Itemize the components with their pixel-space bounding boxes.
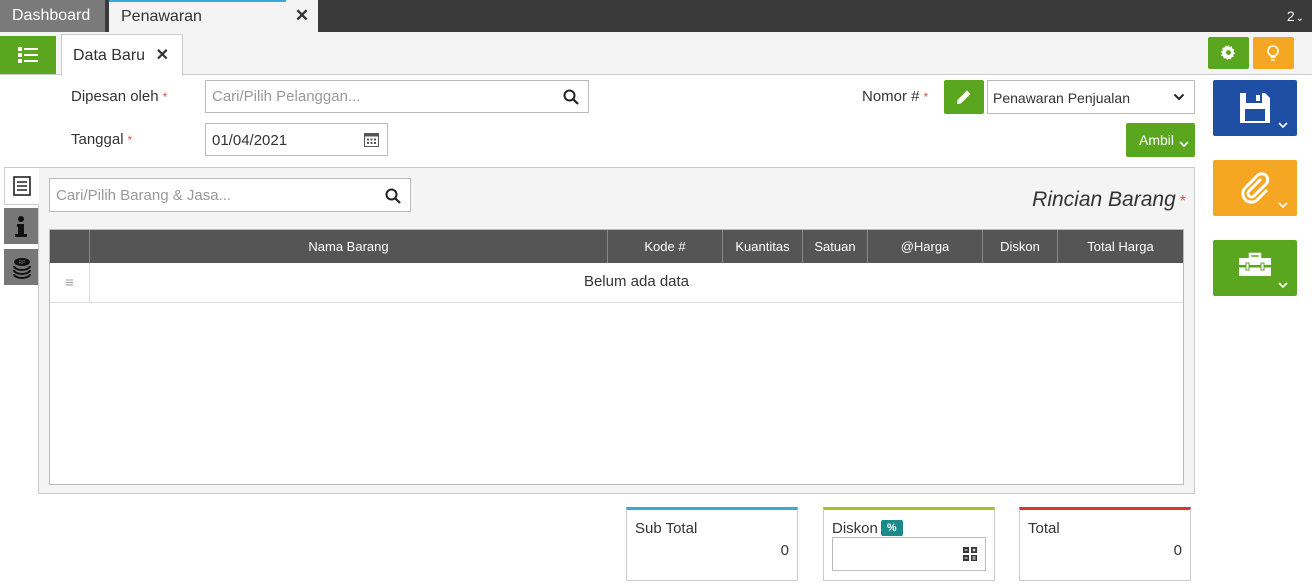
subtotal-value: 0 xyxy=(780,542,789,559)
document-tab-bar: Data Baru ✕ xyxy=(0,32,1312,76)
empty-table-message: Belum ada data xyxy=(583,273,690,290)
side-tab-payment[interactable]: RP xyxy=(4,249,38,285)
number-label-text: Nomor # xyxy=(862,88,920,105)
open-tabs-counter[interactable]: 2⌄ xyxy=(1287,0,1304,32)
coins-icon: RP xyxy=(13,258,31,279)
side-tab-info[interactable] xyxy=(4,208,38,244)
items-section-title-text: Rincian Barang xyxy=(1032,188,1176,211)
ordered-by-label: Dipesan oleh * xyxy=(71,88,167,105)
col-satuan[interactable]: Satuan xyxy=(803,230,868,263)
search-icon[interactable] xyxy=(385,188,401,204)
discount-box: Diskon% xyxy=(823,507,995,581)
side-tab-items[interactable] xyxy=(4,167,39,205)
discount-label: Diskon xyxy=(832,520,878,537)
required-mark: * xyxy=(127,133,133,147)
info-icon xyxy=(15,216,27,237)
lightbulb-icon xyxy=(1267,45,1279,61)
calculator-icon[interactable] xyxy=(963,547,977,561)
menu-list-button[interactable] xyxy=(0,36,56,74)
required-mark: * xyxy=(162,90,168,104)
col-kode[interactable]: Kode # xyxy=(608,230,723,263)
ambil-button[interactable]: Ambil xyxy=(1126,123,1195,157)
tab-dashboard[interactable]: Dashboard xyxy=(0,0,105,32)
date-label-text: Tanggal xyxy=(71,131,124,148)
items-table: Nama Barang Kode # Kuantitas Satuan @Har… xyxy=(49,229,1184,485)
save-button[interactable] xyxy=(1213,80,1297,136)
toolbox-icon xyxy=(1239,252,1271,276)
search-icon[interactable] xyxy=(563,89,579,105)
row-handle-icon[interactable]: ≡ xyxy=(50,263,90,303)
chevron-down-icon: ⌄ xyxy=(1295,13,1304,24)
calendar-icon[interactable] xyxy=(364,132,379,147)
date-field[interactable]: 01/04/2021 xyxy=(205,123,388,156)
pencil-icon xyxy=(957,90,971,104)
items-table-header: Nama Barang Kode # Kuantitas Satuan @Har… xyxy=(50,230,1183,263)
required-mark: * xyxy=(1179,193,1186,210)
number-type-value: Penawaran Penjualan xyxy=(993,90,1130,106)
item-search-field[interactable] xyxy=(49,178,411,212)
tools-button[interactable] xyxy=(1213,240,1297,296)
edit-number-button[interactable] xyxy=(944,80,984,114)
number-label: Nomor # * xyxy=(862,88,928,105)
items-section-title: Rincian Barang * xyxy=(1032,188,1186,212)
tab-count: 2 xyxy=(1286,8,1295,24)
col-total-harga[interactable]: Total Harga xyxy=(1058,230,1183,263)
item-search-input[interactable] xyxy=(50,179,410,211)
discount-input[interactable] xyxy=(832,537,986,571)
customer-search-field[interactable] xyxy=(205,80,589,113)
total-box: Total 0 xyxy=(1019,507,1191,581)
date-value[interactable]: 01/04/2021 xyxy=(212,132,287,149)
top-tab-bar: Dashboard Penawaran Penjualan ✕ 2⌄ xyxy=(0,0,1312,55)
col-nama-barang[interactable]: Nama Barang xyxy=(90,230,608,263)
col-handle-header xyxy=(50,230,90,263)
ordered-by-label-text: Dipesan oleh xyxy=(71,88,159,105)
paperclip-icon xyxy=(1241,172,1270,204)
close-tab-icon[interactable]: ✕ xyxy=(286,0,318,32)
chevron-down-icon[interactable] xyxy=(1278,201,1288,209)
floppy-disk-icon xyxy=(1240,93,1270,123)
attachment-button[interactable] xyxy=(1213,160,1297,216)
discount-label-row: Diskon% xyxy=(832,520,903,537)
tab-penawaran-penjualan[interactable]: Penawaran Penjualan xyxy=(109,0,286,55)
settings-button[interactable] xyxy=(1208,37,1249,69)
total-value: 0 xyxy=(1173,542,1182,559)
chevron-down-icon[interactable] xyxy=(1278,121,1288,129)
chevron-down-icon xyxy=(1173,93,1185,101)
close-icon[interactable]: ✕ xyxy=(156,35,169,77)
subtotal-label: Sub Total xyxy=(635,520,698,537)
gear-icon xyxy=(1221,45,1236,60)
col-kuantitas[interactable]: Kuantitas xyxy=(723,230,803,263)
list-icon xyxy=(18,47,38,63)
tab-data-baru-label: Data Baru xyxy=(73,47,146,64)
svg-text:RP: RP xyxy=(19,260,27,266)
subtotal-box: Sub Total 0 xyxy=(626,507,798,581)
discount-percent-toggle[interactable]: % xyxy=(880,520,903,536)
table-row: ≡ Belum ada data xyxy=(50,263,1183,303)
required-mark: * xyxy=(923,90,929,104)
ambil-label: Ambil xyxy=(1139,132,1175,148)
date-label: Tanggal * xyxy=(71,131,132,148)
tips-button[interactable] xyxy=(1253,37,1294,69)
col-harga[interactable]: @Harga xyxy=(868,230,983,263)
chevron-down-icon[interactable] xyxy=(1278,281,1288,289)
total-label: Total xyxy=(1028,520,1060,537)
col-diskon[interactable]: Diskon xyxy=(983,230,1058,263)
tab-data-baru[interactable]: Data Baru ✕ xyxy=(61,34,183,76)
customer-search-input[interactable] xyxy=(206,81,588,112)
chevron-down-icon xyxy=(1179,141,1189,148)
number-type-select[interactable]: Penawaran Penjualan xyxy=(987,80,1195,114)
document-list-icon xyxy=(13,176,31,196)
